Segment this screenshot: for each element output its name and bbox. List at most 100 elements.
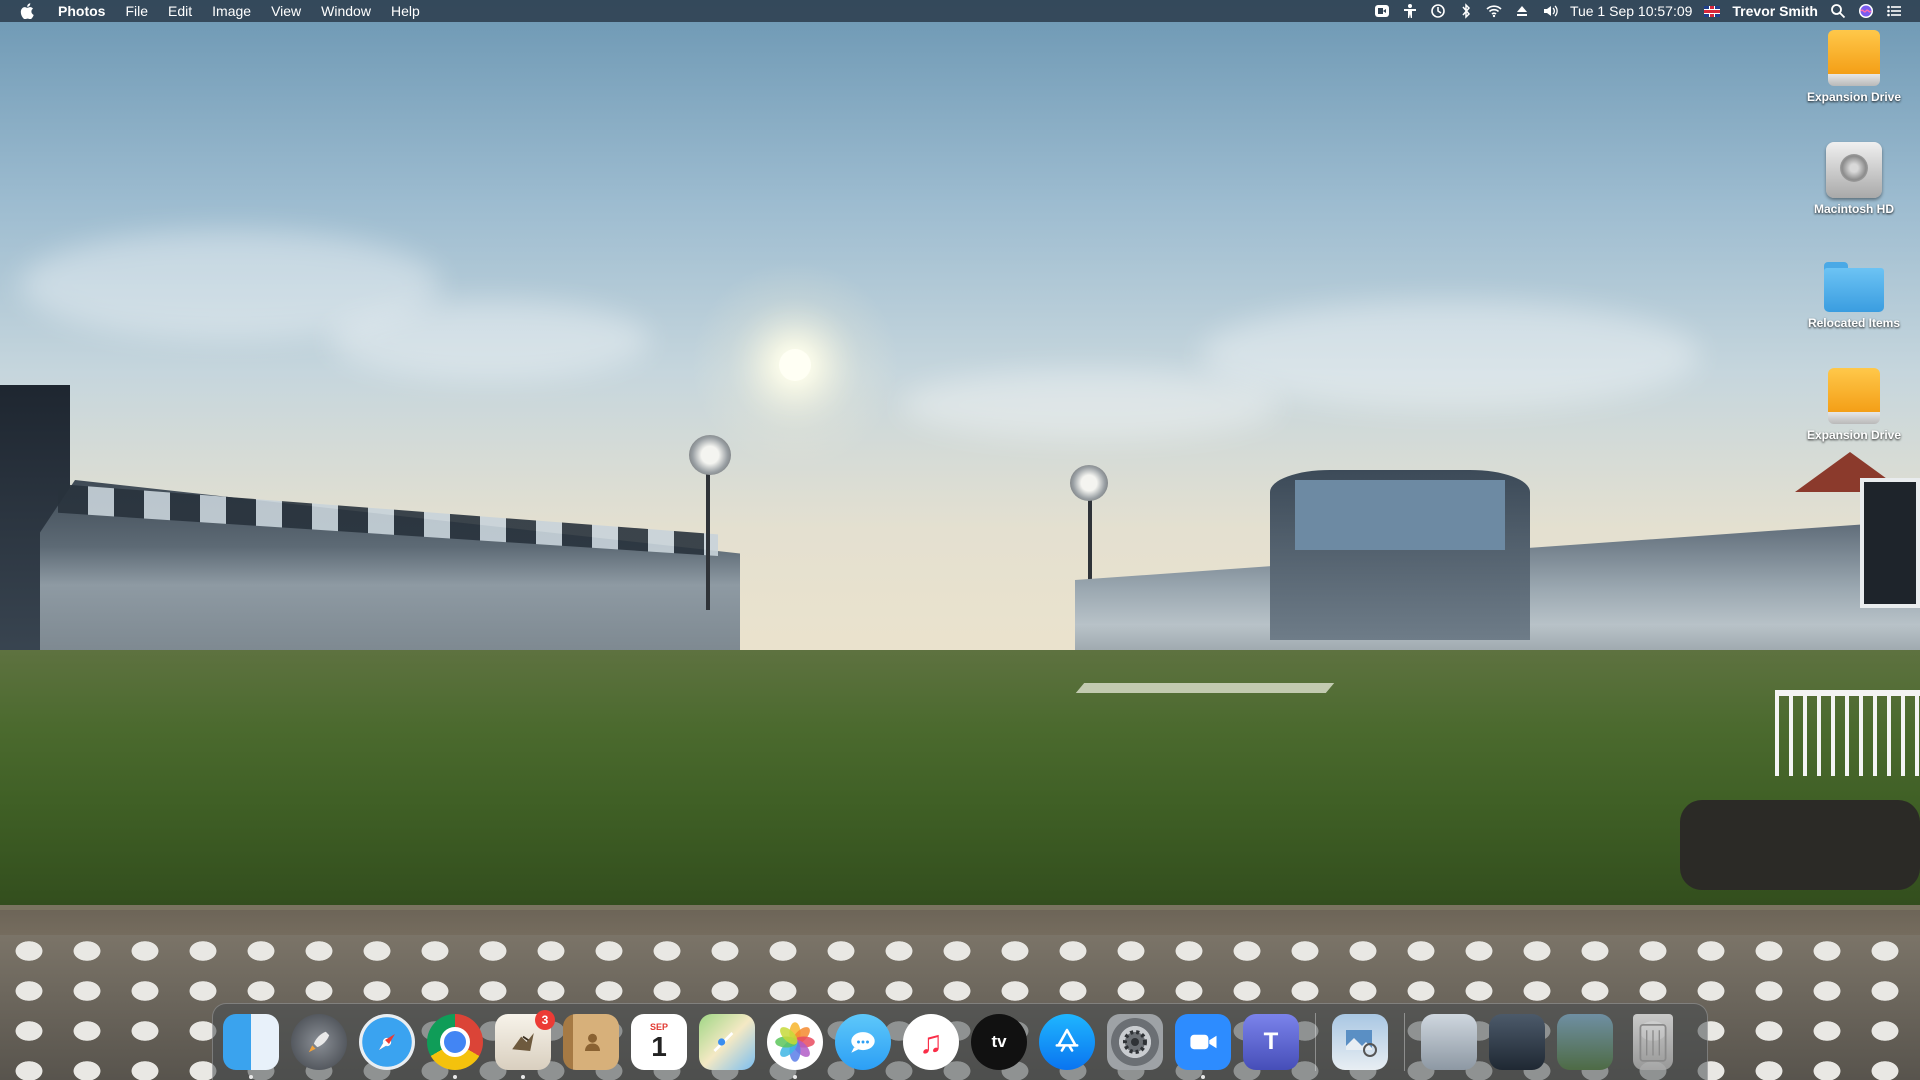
wallpaper-cloud [900,370,1280,440]
wallpaper-cloud [330,300,650,380]
wallpaper-field [0,650,1920,912]
dock-item-app-store[interactable] [1039,1014,1095,1070]
menu-clock[interactable]: Tue 1 Sep 10:57:09 [1570,3,1692,19]
wallpaper-floodlight [1070,465,1108,501]
photos-icon [767,1014,823,1070]
chrome-icon [427,1014,483,1070]
dock-item-photos[interactable] [767,1014,823,1079]
teams-label: T [1263,1028,1279,1055]
notification-center-icon[interactable] [1886,3,1902,19]
desktop-icon-label: Expansion Drive [1806,90,1902,104]
menu-view[interactable]: View [261,0,311,22]
trash-icon [1633,1014,1673,1070]
desktop-icon-expansion-drive-2[interactable]: Expansion Drive [1790,368,1918,442]
siri-icon[interactable] [1858,3,1874,19]
wallpaper-pavilion [1295,480,1505,550]
external-drive-icon [1828,368,1880,424]
safari-icon [359,1014,415,1070]
eject-icon[interactable] [1514,3,1530,19]
apple-tv-icon: tv [971,1014,1027,1070]
spotlight-icon[interactable] [1830,3,1846,19]
dock-item-preview[interactable] [1332,1014,1388,1070]
wallpaper-sun [779,349,811,381]
dock-item-mail[interactable]: 3 [495,1010,555,1079]
stack-icon [1557,1014,1613,1070]
wallpaper-floodlight [706,460,710,610]
dock-item-finder[interactable] [223,1014,279,1079]
running-indicator [453,1075,457,1079]
desktop-icon-relocated-items[interactable]: Relocated Items [1790,262,1918,330]
time-machine-icon[interactable] [1430,3,1446,19]
volume-icon[interactable] [1542,3,1558,19]
menu-edit[interactable]: Edit [158,0,202,22]
wallpaper-railing [1775,690,1920,776]
menu-bar: Photos File Edit Image View Window Help … [0,0,1920,22]
running-indicator [1201,1075,1205,1079]
desktop-icon-macintosh-hd[interactable]: Macintosh HD [1790,142,1918,216]
dock-item-calendar[interactable]: SEP 1 [631,1014,687,1070]
desktop-icon-label: Macintosh HD [1813,202,1894,216]
launchpad-icon [291,1014,347,1070]
dock-item-safari[interactable] [359,1014,415,1070]
zoom-icon [1175,1014,1231,1070]
dock: 3 SEP 1 ♫ tv T [212,1003,1708,1080]
menu-window[interactable]: Window [311,0,381,22]
dock-separator [1404,1013,1405,1071]
desktop-wallpaper [0,0,1920,1080]
apple-icon[interactable] [20,3,34,19]
wallpaper-scoreboard [1860,478,1920,608]
dock-item-teams[interactable]: T [1243,1014,1299,1070]
stack-icon [1421,1014,1477,1070]
dock-item-messages[interactable] [835,1014,891,1070]
dock-item-stack-downloads[interactable] [1489,1014,1545,1070]
running-indicator [521,1075,525,1079]
calendar-day: 1 [651,1031,667,1062]
desktop-icon-label: Expansion Drive [1806,428,1902,442]
wallpaper-pitch [1075,683,1335,693]
external-drive-icon [1828,30,1880,86]
dock-item-tv[interactable]: tv [971,1014,1027,1070]
unread-badge: 3 [535,1010,555,1030]
dock-item-launchpad[interactable] [291,1014,347,1070]
messages-icon [835,1014,891,1070]
contacts-icon [563,1014,619,1070]
wallpaper-roller [1680,800,1920,890]
menu-file[interactable]: File [115,0,158,22]
music-icon: ♫ [903,1014,959,1070]
uk-flag-icon[interactable] [1704,5,1721,17]
preview-icon [1332,1014,1388,1070]
app-menu[interactable]: Photos [48,0,115,22]
dock-item-trash[interactable] [1625,1014,1681,1070]
bluetooth-icon[interactable] [1458,3,1474,19]
maps-icon [699,1014,755,1070]
dock-item-zoom[interactable] [1175,1014,1231,1079]
dock-separator [1315,1013,1316,1071]
running-indicator [249,1075,253,1079]
fast-user-switch[interactable]: Trevor Smith [1732,3,1818,19]
dock-item-stack-pictures[interactable] [1557,1014,1613,1070]
desktop-icon-label: Relocated Items [1807,316,1901,330]
finder-icon [223,1014,279,1070]
calendar-icon: SEP 1 [631,1014,687,1070]
accessibility-icon[interactable] [1402,3,1418,19]
folder-icon [1824,262,1884,312]
screen-record-icon[interactable] [1374,3,1390,19]
app-store-icon [1039,1014,1095,1070]
desktop-icon-expansion-drive[interactable]: Expansion Drive [1790,30,1918,104]
dock-item-music[interactable]: ♫ [903,1014,959,1070]
stack-icon [1489,1014,1545,1070]
wallpaper-floodlight [689,435,731,475]
hard-drive-icon [1826,142,1882,198]
dock-item-stack-documents[interactable] [1421,1014,1477,1070]
teams-icon: T [1243,1014,1299,1070]
dock-item-chrome[interactable] [427,1014,483,1079]
dock-item-system-preferences[interactable] [1107,1014,1163,1070]
dock-item-contacts[interactable] [563,1014,619,1070]
menu-help[interactable]: Help [381,0,430,22]
menu-image[interactable]: Image [202,0,261,22]
running-indicator [793,1075,797,1079]
wifi-icon[interactable] [1486,3,1502,19]
wallpaper-cloud [1200,300,1700,410]
tv-label: tv [991,1032,1007,1051]
dock-item-maps[interactable] [699,1014,755,1070]
